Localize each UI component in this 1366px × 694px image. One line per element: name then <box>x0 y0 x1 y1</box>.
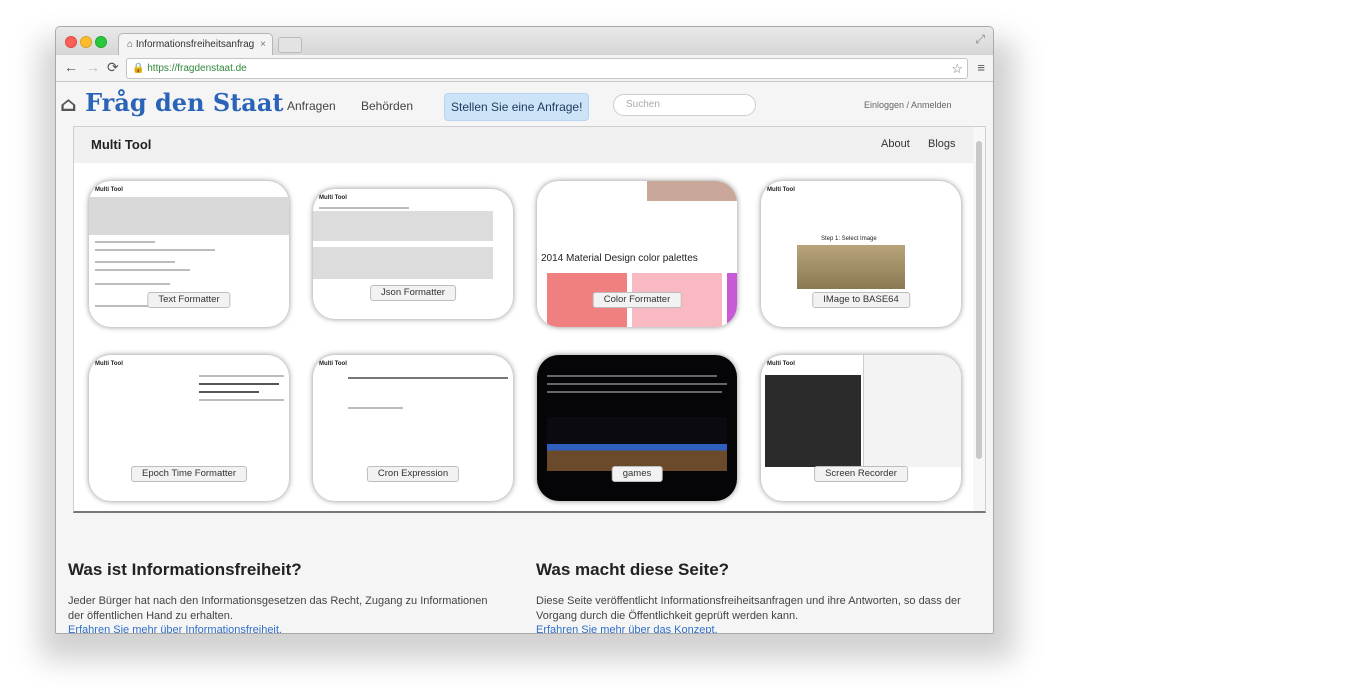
about-link[interactable]: About <box>881 138 910 150</box>
card-preview-line <box>348 407 403 409</box>
card-screen-recorder[interactable]: Multi Tool Screen Recorder <box>761 355 961 501</box>
new-request-button[interactable]: Stellen Sie eine Anfrage! <box>444 93 590 121</box>
card-mini-title: Multi Tool <box>95 361 123 367</box>
info-heading: Was ist Informationsfreiheit? <box>68 560 302 579</box>
card-preview-line <box>95 261 175 263</box>
zoom-window-button[interactable] <box>95 36 107 48</box>
multitool-title: Multi Tool <box>91 137 152 152</box>
video-preview <box>765 375 861 467</box>
games-button[interactable]: games <box>611 466 663 482</box>
embedded-multitool-frame: Multi Tool About Blogs Multi Tool Text F… <box>73 126 986 513</box>
address-bar[interactable]: 🔒 https://fragdenstaat.de ☆ <box>126 58 968 79</box>
blogs-link[interactable]: Blogs <box>928 138 956 150</box>
title-bar: ⌂ Informationsfreiheitsanfrag × ⤢ <box>56 27 993 55</box>
json-formatter-button[interactable]: Json Formatter <box>370 285 456 301</box>
browser-toolbar: ← → ⟳ 🔒 https://fragdenstaat.de ☆ ≡ <box>56 55 993 82</box>
card-preview-area <box>313 211 493 241</box>
card-preview-line <box>95 269 190 271</box>
tab-close-icon[interactable]: × <box>260 34 266 55</box>
wheat-field-image <box>797 245 905 289</box>
info-text: Jeder Bürger hat nach den Informationsge… <box>68 595 488 622</box>
swatch-column <box>727 273 737 327</box>
minimize-window-button[interactable] <box>80 36 92 48</box>
step-caption: Step 1: Select Image <box>821 236 877 242</box>
card-mini-title: Multi Tool <box>767 361 795 367</box>
card-mini-title: Multi Tool <box>319 361 347 367</box>
back-icon[interactable]: ← <box>64 59 78 75</box>
card-preview-line <box>95 249 215 251</box>
card-mini-title: Multi Tool <box>95 187 123 193</box>
card-preview-line <box>199 375 284 377</box>
card-preview-area <box>313 247 493 279</box>
card-preview-line <box>547 383 727 385</box>
info-link[interactable]: Erfahren Sie mehr über das Konzept. <box>536 624 986 633</box>
url-text: https://fragdenstaat.de <box>147 63 247 74</box>
card-games[interactable]: games <box>537 355 737 501</box>
card-color-formatter[interactable]: 2014 Material Design color palettes Colo… <box>537 181 737 327</box>
card-json-formatter[interactable]: Multi Tool Json Formatter <box>313 189 513 319</box>
cron-expression-button[interactable]: Cron Expression <box>366 466 460 482</box>
page-icon: ⌂ <box>127 39 136 50</box>
card-cron-expression[interactable]: Multi Tool Cron Expression <box>313 355 513 501</box>
card-preview-line <box>199 383 279 385</box>
search-input[interactable]: Suchen <box>613 94 756 116</box>
building-icon: ⌂ <box>60 92 77 116</box>
reload-icon[interactable]: ⟳ <box>107 59 119 76</box>
bookmark-star-icon[interactable]: ☆ <box>951 59 963 78</box>
info-informationsfreiheit: Was ist Informationsfreiheit? Jeder Bürg… <box>68 560 488 633</box>
text-formatter-button[interactable]: Text Formatter <box>147 292 231 308</box>
card-preview-line <box>199 391 259 393</box>
info-text: Diese Seite veröffentlicht Informationsf… <box>536 595 961 622</box>
nav-behoerden[interactable]: Behörden <box>361 99 413 113</box>
lock-icon: 🔒 <box>132 63 145 74</box>
palette-title: 2014 Material Design color palettes <box>541 253 698 264</box>
card-preview-line <box>348 377 508 379</box>
card-preview-line <box>547 375 717 377</box>
new-tab-button[interactable] <box>278 37 302 53</box>
frame-scrollbar[interactable] <box>973 127 985 511</box>
card-preview-area <box>647 181 737 201</box>
site-logo[interactable]: ⌂ Fråg den Staat <box>60 88 283 117</box>
forward-icon[interactable]: → <box>86 59 100 75</box>
color-formatter-button[interactable]: Color Formatter <box>592 292 682 308</box>
close-window-button[interactable] <box>65 36 77 48</box>
login-link[interactable]: Einloggen / Anmelden <box>864 100 952 110</box>
multitool-header: Multi Tool About Blogs <box>74 127 973 163</box>
recorder-panel <box>863 355 961 467</box>
card-preview-line <box>319 207 409 209</box>
info-link[interactable]: Erfahren Sie mehr über Informationsfreih… <box>68 624 488 633</box>
browser-tab[interactable]: ⌂ Informationsfreiheitsanfrag × <box>118 33 273 55</box>
screen-recorder-button[interactable]: Screen Recorder <box>814 466 908 482</box>
info-heading: Was macht diese Seite? <box>536 560 730 579</box>
card-mini-title: Multi Tool <box>767 187 795 193</box>
card-preview-line <box>95 283 170 285</box>
card-preview-line <box>95 241 155 243</box>
image-base64-button[interactable]: IMage to BASE64 <box>812 292 910 308</box>
tab-title: Informationsfreiheitsanfrag <box>135 39 255 50</box>
menu-icon[interactable]: ≡ <box>977 60 985 75</box>
card-preview-line <box>199 399 284 401</box>
fullscreen-icon[interactable]: ⤢ <box>975 32 985 47</box>
nav-anfragen[interactable]: Anfragen <box>287 99 336 113</box>
browser-window: ⌂ Informationsfreiheitsanfrag × ⤢ ← → ⟳ … <box>55 26 994 634</box>
card-image-base64[interactable]: Multi Tool Step 1: Select Image IMage to… <box>761 181 961 327</box>
logo-text: Fråg den Staat <box>85 88 284 117</box>
card-preview-line <box>547 391 722 393</box>
epoch-formatter-button[interactable]: Epoch Time Formatter <box>131 466 247 482</box>
game-scene <box>547 417 727 471</box>
card-preview-area <box>89 197 289 235</box>
card-epoch-formatter[interactable]: Multi Tool Epoch Time Formatter <box>89 355 289 501</box>
scroll-thumb[interactable] <box>976 141 982 459</box>
info-diese-seite: Was macht diese Seite? Diese Seite veröf… <box>536 560 986 633</box>
card-text-formatter[interactable]: Multi Tool Text Formatter <box>89 181 289 327</box>
card-mini-title: Multi Tool <box>319 195 347 201</box>
page-content: ⌂ Fråg den Staat Anfragen Behörden Stell… <box>56 82 993 633</box>
